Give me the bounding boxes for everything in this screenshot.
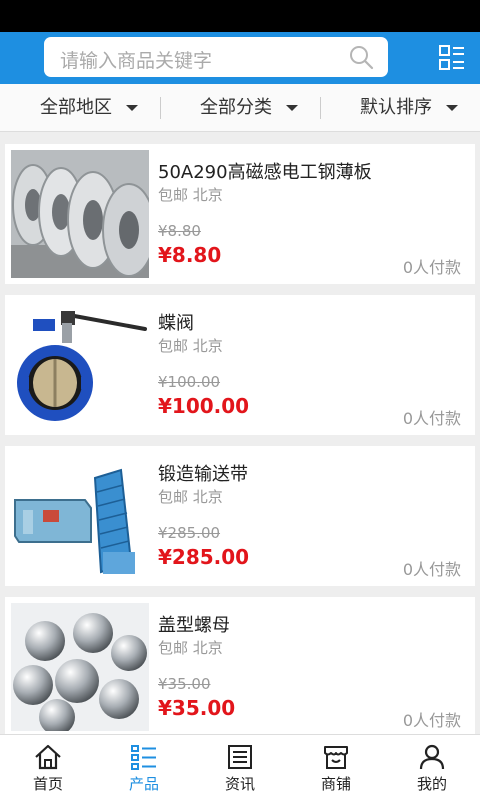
product-card[interactable]: 盖型螺母 包邮 北京 ¥35.00 ¥35.00 0人付款 [5, 597, 475, 737]
category-filter-label: 全部分类 [200, 97, 272, 118]
product-price: ¥285.00 [158, 545, 250, 569]
nav-item-home[interactable]: 首页 [0, 735, 96, 800]
product-title: 50A290高磁感电工钢薄板 [158, 162, 372, 183]
nav-label-mine: 我的 [416, 775, 447, 793]
product-original-price: ¥35.00 [158, 675, 211, 693]
product-original-price: ¥285.00 [158, 524, 221, 542]
divider [320, 97, 321, 119]
chevron-down-icon [446, 105, 458, 111]
category-menu-icon[interactable] [438, 44, 466, 72]
chevron-down-icon [126, 105, 138, 111]
product-buyers: 0人付款 [402, 711, 461, 730]
divider [160, 97, 161, 119]
nav-item-products[interactable]: 产品 [96, 735, 192, 800]
news-icon [228, 745, 252, 769]
product-card[interactable]: 蝶阀 包邮 北京 ¥100.00 ¥100.00 0人付款 [5, 295, 475, 435]
home-icon [35, 744, 61, 770]
product-original-price: ¥8.80 [158, 222, 201, 240]
product-price: ¥35.00 [158, 696, 236, 720]
product-shipping: 包邮 北京 [158, 337, 223, 355]
filter-bar: 全部地区 全部分类 默认排序 [0, 84, 480, 132]
conveyor-belt-image [11, 452, 149, 580]
header: 请输入商品关键字 [0, 32, 480, 84]
cap-nuts-image [11, 603, 149, 731]
product-shipping: 包邮 北京 [158, 488, 223, 506]
nav-item-mine[interactable]: 我的 [384, 735, 480, 800]
bottom-nav: 首页 产品 资讯 商铺 我的 [0, 734, 480, 800]
shop-icon [324, 746, 348, 769]
nav-label-products: 产品 [128, 775, 159, 793]
steel-coils-image [11, 150, 149, 278]
product-shipping: 包邮 北京 [158, 639, 223, 657]
product-list-icon [131, 745, 156, 770]
product-buyers: 0人付款 [402, 560, 461, 579]
product-title: 锻造输送带 [158, 464, 248, 485]
product-title: 蝶阀 [158, 313, 194, 334]
region-filter-label: 全部地区 [40, 97, 112, 118]
sort-filter[interactable]: 默认排序 [360, 84, 458, 132]
chevron-down-icon [286, 105, 298, 111]
search-placeholder: 请输入商品关键字 [60, 50, 213, 72]
product-shipping: 包邮 北京 [158, 186, 223, 204]
nav-label-shop: 商铺 [320, 775, 351, 793]
product-title: 盖型螺母 [158, 615, 230, 636]
product-card[interactable]: 50A290高磁感电工钢薄板 包邮 北京 ¥8.80 ¥8.80 0人付款 [5, 144, 475, 284]
nav-label-news: 资讯 [224, 775, 255, 793]
search-icon[interactable] [348, 44, 374, 70]
region-filter[interactable]: 全部地区 [40, 84, 138, 132]
product-price: ¥8.80 [158, 243, 222, 267]
product-buyers: 0人付款 [402, 409, 461, 428]
product-original-price: ¥100.00 [158, 373, 221, 391]
product-buyers: 0人付款 [402, 258, 461, 277]
butterfly-valve-image [11, 301, 149, 429]
nav-item-shop[interactable]: 商铺 [288, 735, 384, 800]
product-price: ¥100.00 [158, 394, 250, 418]
nav-item-news[interactable]: 资讯 [192, 735, 288, 800]
product-card[interactable]: 锻造输送带 包邮 北京 ¥285.00 ¥285.00 0人付款 [5, 446, 475, 586]
status-bar [0, 0, 480, 32]
category-filter[interactable]: 全部分类 [200, 84, 298, 132]
search-input[interactable]: 请输入商品关键字 [44, 37, 388, 77]
sort-filter-label: 默认排序 [360, 97, 432, 118]
nav-label-home: 首页 [32, 775, 63, 793]
user-icon [419, 744, 445, 770]
